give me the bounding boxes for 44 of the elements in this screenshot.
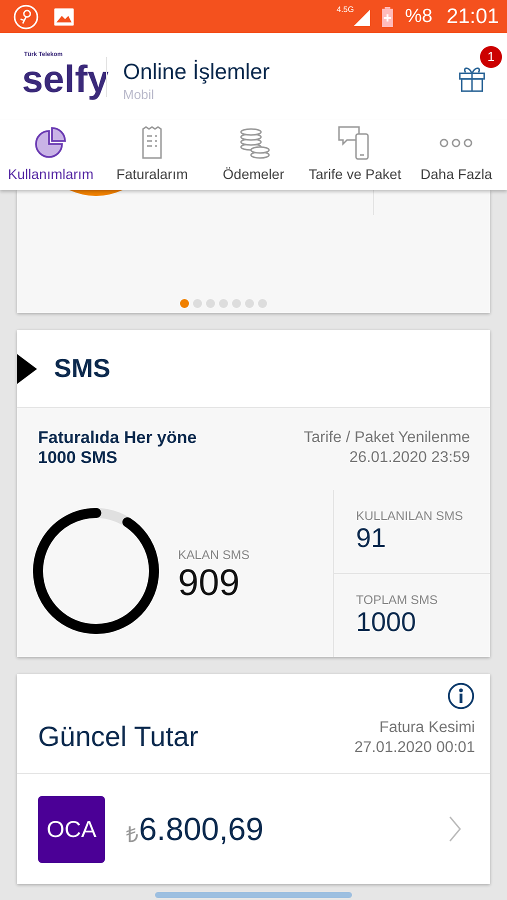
page-dot[interactable] [193,299,202,308]
renewal-label: Tarife / Paket Yenilenme [304,428,470,448]
page-dot[interactable] [232,299,241,308]
remaining-label: KALAN SMS [178,548,250,562]
bill-cut-label: Fatura Kesimi [379,718,475,738]
renewal-date: 26.01.2020 23:59 [349,448,470,468]
used-count: 91 [356,523,388,554]
brand-logo: selfy [22,58,109,102]
bill-cut-date: 27.01.2020 00:01 [354,738,475,758]
nav-tab[interactable]: Tarife ve Paket [304,120,406,190]
page-subtitle: Mobil [123,87,156,102]
used-label: KULLANILAN SMS [356,509,464,523]
package-name: Faturalıda Her yöne 1000 SMS [38,428,198,469]
remaining-count: 909 [178,562,241,604]
notification-badge: 1 [480,46,502,68]
nav-tab[interactable]: Daha Fazla [406,120,507,190]
nav-tab[interactable]: Kullanımlarım [0,120,102,190]
pie-chart-icon [32,125,69,161]
page-title: Online İşlemler [123,59,271,85]
page-dot[interactable] [258,299,267,308]
chevron-right-icon [448,815,462,843]
bill-amount: 6.800,69 [139,810,264,848]
battery-level: %8 [404,6,432,28]
triangle-icon [17,354,37,384]
bill-title: Güncel Tutar [38,721,198,753]
bill-row[interactable]: OCA ₺6.800,69 [17,774,490,884]
nav-tab[interactable]: Ödemeler [202,120,304,190]
page-dot[interactable] [245,299,254,308]
battery-icon [382,6,393,26]
page-dot[interactable] [219,299,228,308]
nav-tab[interactable]: Faturalarım [101,120,203,190]
info-icon[interactable] [447,682,475,710]
network-type: 4.5G [336,5,354,14]
page-dot[interactable] [180,299,189,308]
clock: 21:01 [446,4,499,28]
section-title: SMS [54,353,110,384]
page-dot[interactable] [206,299,215,308]
total-count: 1000 [356,607,418,638]
signal-icon [352,8,370,26]
chart-arc-drawing [69,190,123,198]
month-tile: OCA [38,796,105,862]
more-icon [438,137,474,149]
currency-sign: ₺ [126,821,139,848]
total-label: TOPLAM SMS [356,593,439,607]
